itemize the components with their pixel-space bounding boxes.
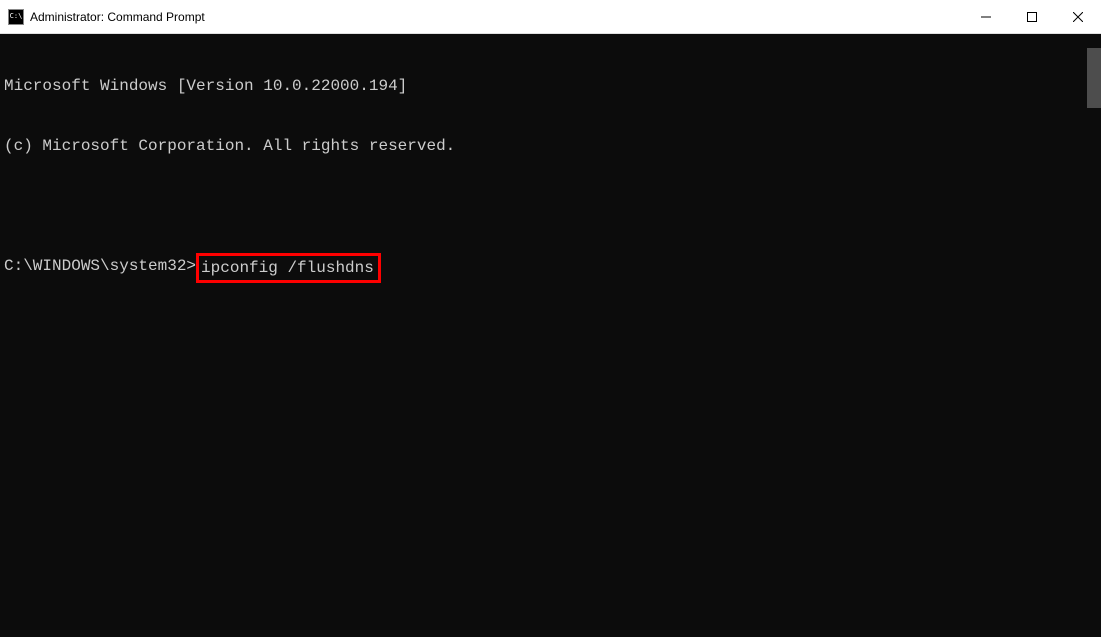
- close-button[interactable]: [1055, 0, 1101, 33]
- terminal-content: Microsoft Windows [Version 10.0.22000.19…: [4, 36, 1097, 320]
- app-icon-text: C:\: [10, 13, 23, 20]
- minimize-button[interactable]: [963, 0, 1009, 33]
- maximize-icon: [1027, 12, 1037, 22]
- window-controls: [963, 0, 1101, 33]
- copyright-line: (c) Microsoft Corporation. All rights re…: [4, 136, 1097, 156]
- command-text: ipconfig /flushdns: [201, 259, 374, 277]
- maximize-button[interactable]: [1009, 0, 1055, 33]
- minimize-icon: [981, 12, 991, 22]
- vertical-scrollbar[interactable]: [1087, 48, 1101, 108]
- window-title: Administrator: Command Prompt: [30, 10, 963, 24]
- titlebar[interactable]: C:\ Administrator: Command Prompt: [0, 0, 1101, 34]
- command-highlight: ipconfig /flushdns: [196, 253, 381, 283]
- command-prompt-window: C:\ Administrator: Command Prompt Micros…: [0, 0, 1101, 637]
- version-line: Microsoft Windows [Version 10.0.22000.19…: [4, 76, 1097, 96]
- app-icon: C:\: [8, 9, 24, 25]
- terminal-area[interactable]: Microsoft Windows [Version 10.0.22000.19…: [0, 34, 1101, 637]
- blank-line: [4, 196, 1097, 216]
- prompt-path: C:\WINDOWS\system32>: [4, 256, 196, 276]
- close-icon: [1073, 12, 1083, 22]
- prompt-line: C:\WINDOWS\system32> ipconfig /flushdns: [4, 256, 1097, 280]
